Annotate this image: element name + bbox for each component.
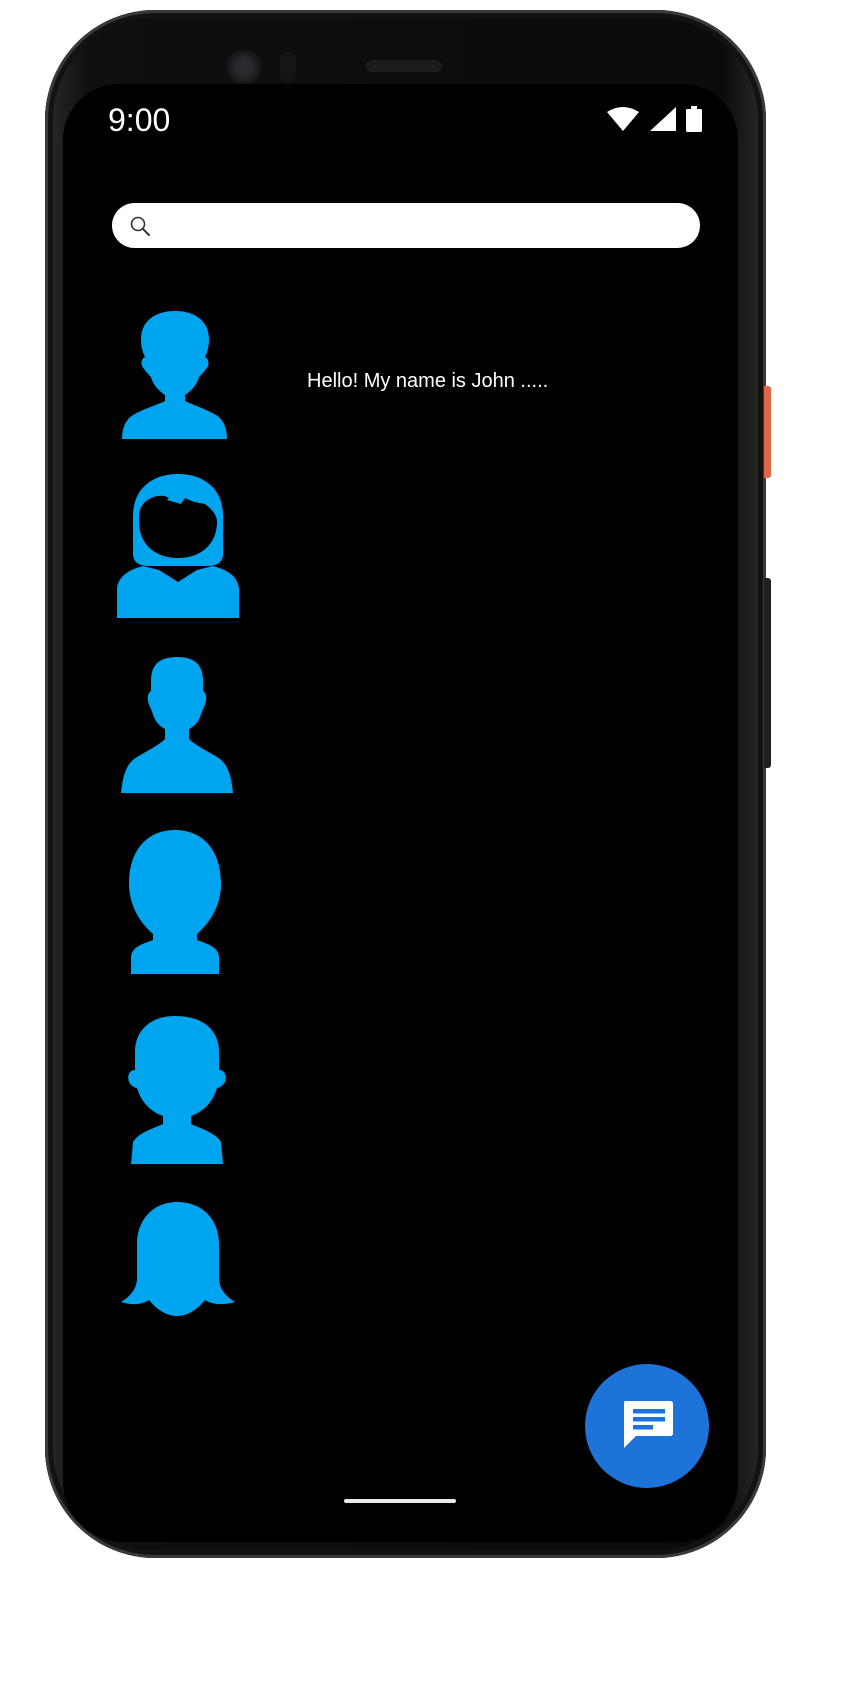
search-bar[interactable] <box>112 203 700 250</box>
contact-item[interactable] <box>113 309 243 469</box>
contact-item[interactable] <box>113 657 243 817</box>
home-indicator[interactable] <box>344 1499 456 1503</box>
contact-item[interactable] <box>113 1200 243 1360</box>
signal-icon <box>650 107 676 135</box>
chat-icon <box>620 1399 674 1453</box>
new-chat-button[interactable] <box>585 1364 709 1488</box>
female-avatar-icon <box>113 1200 243 1320</box>
male-avatar-icon <box>113 657 243 795</box>
proximity-sensor <box>280 52 296 82</box>
power-button <box>764 386 771 478</box>
message-preview[interactable]: Hello! My name is John ..... <box>307 370 548 393</box>
volume-button <box>764 578 771 768</box>
male-avatar-icon <box>113 309 243 441</box>
wifi-icon <box>606 107 640 135</box>
contact-item[interactable] <box>113 830 243 990</box>
battery-icon <box>686 106 702 136</box>
earpiece-speaker <box>366 60 442 72</box>
female-avatar-icon <box>113 472 243 620</box>
contact-item[interactable] <box>113 472 243 632</box>
search-input[interactable] <box>160 203 684 250</box>
male-avatar-icon <box>113 1016 243 1166</box>
search-icon[interactable] <box>130 216 152 238</box>
bald-avatar-icon <box>113 830 243 976</box>
contact-item[interactable] <box>113 1016 243 1176</box>
app-screen: 9:00 Hello! My name is John ..... <box>63 84 738 1542</box>
status-time: 9:00 <box>108 102 171 138</box>
front-camera <box>226 49 262 85</box>
status-icons <box>606 106 702 136</box>
